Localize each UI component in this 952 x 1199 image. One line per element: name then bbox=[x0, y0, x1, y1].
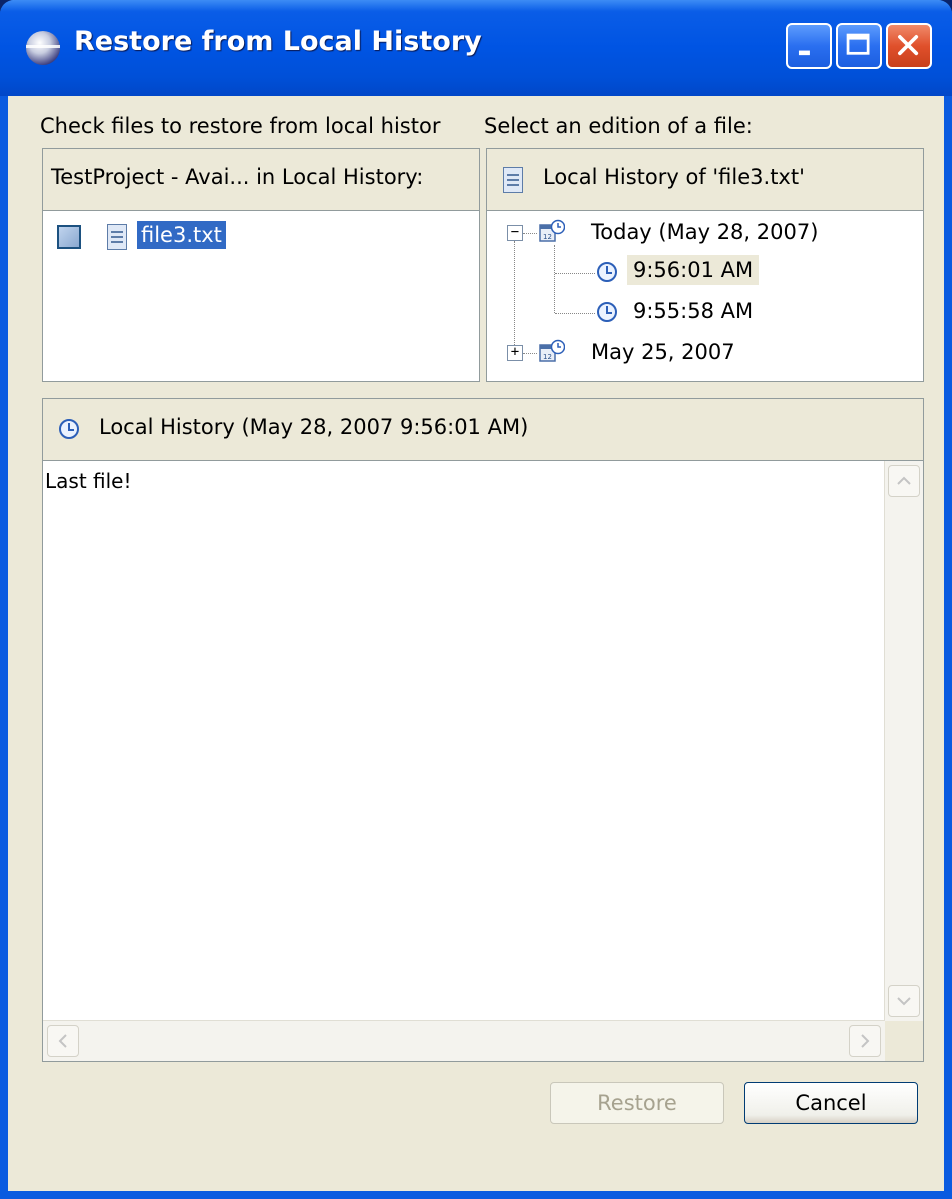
minimize-button[interactable] bbox=[786, 23, 832, 69]
tree-guide bbox=[555, 273, 595, 274]
chevron-down-icon bbox=[897, 997, 911, 1006]
calendar-clock-icon: 12 bbox=[539, 219, 565, 242]
scroll-down-button[interactable] bbox=[888, 985, 920, 1017]
title-bar[interactable]: Restore from Local History bbox=[0, 0, 952, 96]
text-file-icon bbox=[503, 167, 523, 193]
text-file-icon bbox=[107, 224, 127, 250]
file-name[interactable]: file3.txt bbox=[137, 221, 226, 249]
clock-icon bbox=[597, 302, 617, 322]
history-tree-panel: Local History of 'file3.txt' − 12 Today … bbox=[486, 148, 924, 382]
scroll-right-button[interactable] bbox=[849, 1025, 881, 1057]
maximize-icon bbox=[846, 33, 870, 55]
file-list-header-label: TestProject - Avai... in Local History: bbox=[51, 165, 424, 189]
preview-content: Last file! bbox=[45, 469, 132, 493]
file-checkbox[interactable] bbox=[57, 225, 81, 249]
tree-guide bbox=[554, 245, 555, 313]
scroll-up-button[interactable] bbox=[888, 465, 920, 497]
close-button[interactable] bbox=[886, 23, 932, 69]
clock-icon bbox=[597, 262, 617, 282]
right-instruction: Select an edition of a file: bbox=[484, 114, 753, 138]
minimize-icon bbox=[798, 50, 810, 56]
preview-header-label: Local History (May 28, 2007 9:56:01 AM) bbox=[99, 415, 529, 439]
history-group-older[interactable]: May 25, 2007 bbox=[591, 340, 735, 364]
file-list-panel: TestProject - Avai... in Local History: … bbox=[42, 148, 480, 382]
horizontal-scrollbar[interactable] bbox=[43, 1020, 885, 1061]
eclipse-icon bbox=[26, 31, 60, 65]
close-icon bbox=[898, 35, 919, 56]
cancel-button[interactable]: Cancel bbox=[744, 1082, 918, 1124]
window-title: Restore from Local History bbox=[74, 26, 482, 57]
history-entry[interactable]: 9:55:58 AM bbox=[633, 299, 753, 323]
history-group-today[interactable]: Today (May 28, 2007) bbox=[591, 220, 818, 244]
left-instruction: Check files to restore from local histor bbox=[40, 114, 441, 138]
clock-icon bbox=[59, 419, 79, 439]
preview-text-area[interactable]: Last file! bbox=[43, 461, 923, 1061]
chevron-up-icon bbox=[897, 476, 911, 485]
dialog-content: Check files to restore from local histor… bbox=[8, 96, 944, 1191]
svg-text:12: 12 bbox=[543, 233, 552, 241]
preview-header: Local History (May 28, 2007 9:56:01 AM) bbox=[43, 399, 923, 461]
preview-panel: Local History (May 28, 2007 9:56:01 AM) … bbox=[42, 398, 924, 1062]
scroll-left-button[interactable] bbox=[47, 1025, 79, 1057]
maximize-button[interactable] bbox=[836, 23, 882, 69]
tree-guide bbox=[514, 241, 515, 351]
history-tree-header-label: Local History of 'file3.txt' bbox=[543, 165, 805, 189]
svg-text:12: 12 bbox=[543, 353, 552, 361]
tree-guide bbox=[523, 353, 537, 354]
file-list-header: TestProject - Avai... in Local History: bbox=[43, 149, 479, 211]
vertical-scrollbar[interactable] bbox=[884, 461, 923, 1021]
tree-guide bbox=[555, 313, 595, 314]
dialog-window: Restore from Local History Check files t… bbox=[0, 0, 952, 1199]
chevron-left-icon bbox=[58, 1034, 67, 1048]
calendar-clock-icon: 12 bbox=[539, 339, 565, 362]
expand-toggle[interactable]: + bbox=[507, 345, 523, 361]
collapse-toggle[interactable]: − bbox=[507, 225, 523, 241]
history-entry-selected[interactable]: 9:56:01 AM bbox=[627, 255, 760, 285]
chevron-right-icon bbox=[861, 1034, 870, 1048]
scroll-corner bbox=[885, 1021, 923, 1061]
tree-guide bbox=[523, 233, 537, 234]
restore-button[interactable]: Restore bbox=[550, 1082, 724, 1124]
history-tree-header: Local History of 'file3.txt' bbox=[487, 149, 923, 211]
file-list-item[interactable]: file3.txt bbox=[43, 221, 479, 253]
